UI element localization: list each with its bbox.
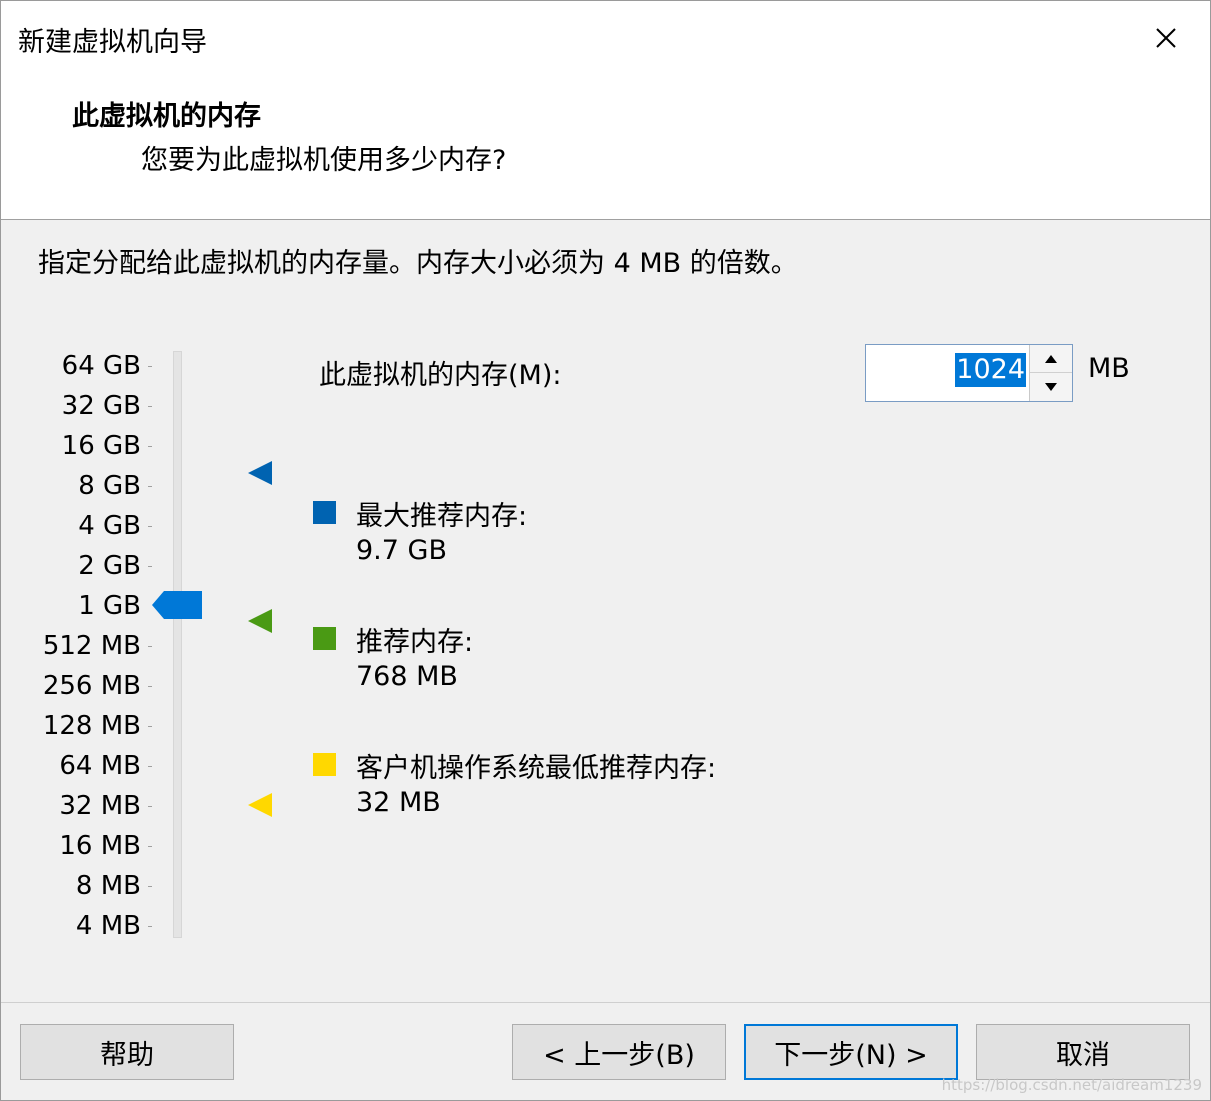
guest-min-swatch	[313, 753, 336, 776]
scale-label: 1 GB	[78, 591, 141, 621]
scale-label: 256 MB	[42, 671, 141, 701]
scale-tick	[148, 726, 152, 727]
scale-label: 16 MB	[59, 831, 141, 861]
scale-label: 4 MB	[75, 911, 141, 941]
wizard-header: 此虚拟机的内存 您要为此虚拟机使用多少内存?	[1, 77, 1210, 220]
recommended-marker-icon	[248, 609, 272, 633]
max-recommended-marker-icon	[248, 461, 272, 485]
window-title: 新建虚拟机向导	[18, 27, 207, 58]
page-title: 此虚拟机的内存	[72, 101, 261, 132]
recommended-label: 推荐内存:	[356, 627, 474, 658]
scale-label: 32 GB	[61, 391, 141, 421]
guest-min-label: 客户机操作系统最低推荐内存:	[356, 753, 717, 784]
scale-label: 2 GB	[78, 551, 141, 581]
scale-label: 512 MB	[42, 631, 141, 661]
recommended-swatch	[313, 627, 336, 650]
scale-tick	[148, 766, 152, 767]
scale-tick	[148, 486, 152, 487]
memory-label: 此虚拟机的内存(M):	[319, 360, 562, 391]
spin-up-button[interactable]	[1030, 345, 1072, 373]
instruction-text: 指定分配给此虚拟机的内存量。内存大小必须为 4 MB 的倍数。	[38, 248, 798, 279]
caret-down-icon	[1045, 382, 1057, 391]
scale-label: 8 GB	[78, 471, 141, 501]
max-recommended-swatch	[313, 501, 336, 524]
memory-spinbox[interactable]: 1024	[865, 344, 1073, 402]
scale-tick	[148, 886, 152, 887]
scale-tick	[148, 926, 152, 927]
title-bar: 新建虚拟机向导	[1, 1, 1210, 77]
scale-label: 64 MB	[59, 751, 141, 781]
close-button[interactable]	[1122, 1, 1210, 75]
scale-tick	[148, 406, 152, 407]
caret-up-icon	[1045, 354, 1057, 363]
scale-label: 128 MB	[42, 711, 141, 741]
scale-label: 4 GB	[78, 511, 141, 541]
cancel-button[interactable]: 取消	[976, 1024, 1190, 1080]
scale-label: 64 GB	[61, 351, 141, 381]
scale-label: 8 MB	[75, 871, 141, 901]
spin-buttons	[1029, 345, 1072, 401]
back-button[interactable]: < 上一步(B)	[512, 1024, 726, 1080]
scale-tick	[148, 566, 152, 567]
scale-tick	[148, 646, 152, 647]
scale-tick	[148, 806, 152, 807]
page-subtitle: 您要为此虚拟机使用多少内存?	[141, 145, 507, 176]
scale-tick	[148, 846, 152, 847]
memory-slider-thumb[interactable]	[152, 591, 202, 619]
help-button[interactable]: 帮助	[20, 1024, 234, 1080]
guest-min-value: 32 MB	[356, 787, 441, 818]
scale-tick	[148, 366, 152, 367]
max-recommended-value: 9.7 GB	[356, 535, 447, 566]
memory-slider-track[interactable]	[173, 351, 182, 938]
scale-tick	[148, 686, 152, 687]
footer-divider	[1, 1002, 1210, 1003]
max-recommended-label: 最大推荐内存:	[356, 501, 528, 532]
next-button[interactable]: 下一步(N) >	[744, 1024, 958, 1080]
scale-tick	[148, 526, 152, 527]
recommended-value: 768 MB	[356, 661, 458, 692]
spin-down-button[interactable]	[1030, 373, 1072, 400]
watermark: https://blog.csdn.net/aidream1239	[941, 1076, 1202, 1094]
scale-label: 32 MB	[59, 791, 141, 821]
scale-label: 16 GB	[61, 431, 141, 461]
scale-tick	[148, 446, 152, 447]
memory-input[interactable]: 1024	[955, 353, 1026, 387]
memory-unit: MB	[1088, 353, 1130, 384]
guest-min-marker-icon	[248, 793, 272, 817]
wizard-window: 新建虚拟机向导 此虚拟机的内存 您要为此虚拟机使用多少内存? 指定分配给此虚拟机…	[0, 0, 1211, 1101]
close-icon	[1156, 28, 1176, 48]
